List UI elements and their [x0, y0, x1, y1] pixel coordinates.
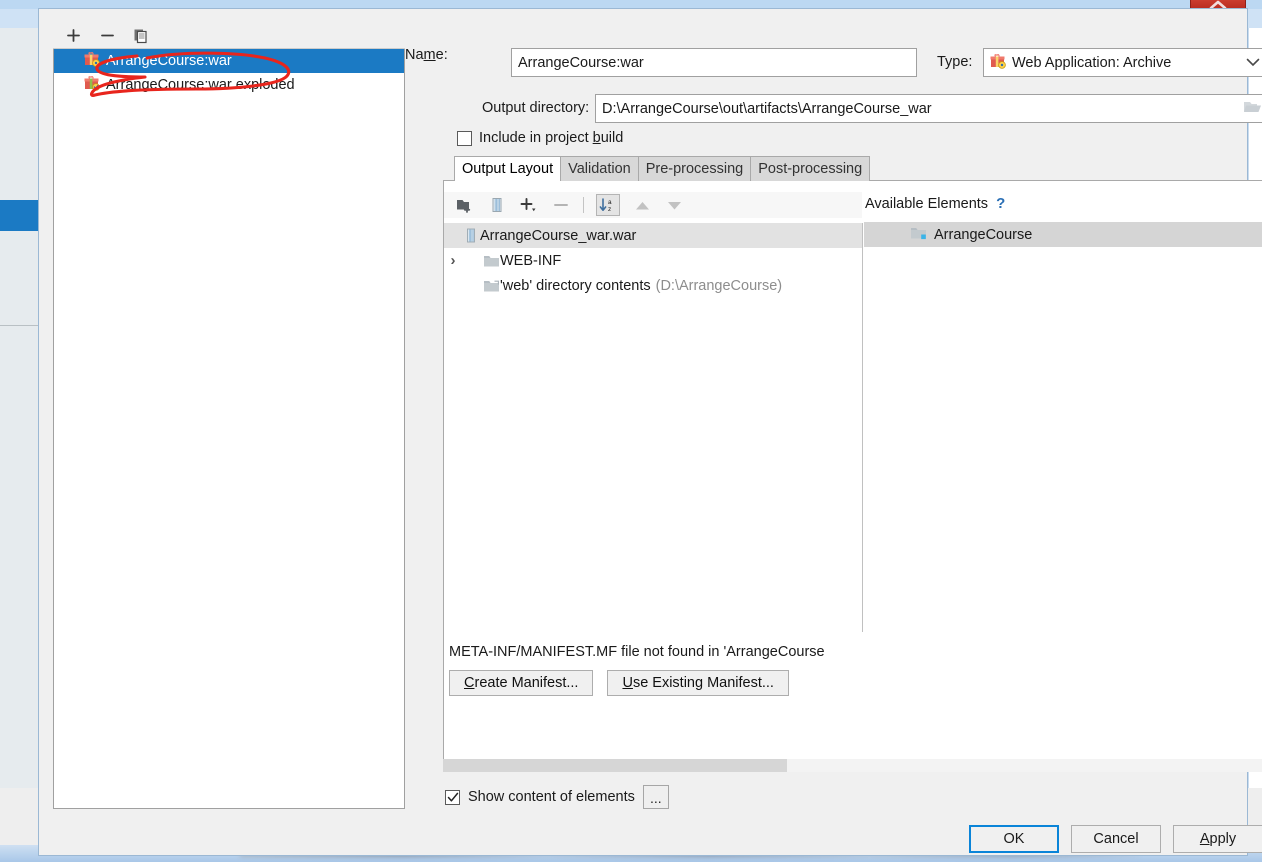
add-archive-icon[interactable] [487, 195, 507, 215]
available-element-label: ArrangeCourse [934, 226, 1033, 243]
folder-icon [482, 254, 500, 268]
tab-output-layout[interactable]: Output Layout [454, 156, 562, 181]
manifest-warning-message: META-INF/MANIFEST.MF file not found in '… [449, 644, 825, 660]
available-elements-panel[interactable]: ArrangeCourse [864, 222, 1262, 772]
show-content-label: Show content of elements [468, 789, 635, 805]
artifacts-toolbar [53, 23, 405, 49]
chevron-right-icon[interactable]: › [444, 252, 462, 269]
tab-validation[interactable]: Validation [560, 156, 639, 181]
tab-bar: Output Layout Validation Pre-processing … [454, 156, 871, 181]
checkbox-box-checked [445, 789, 460, 805]
output-directory-label: Output directory: [482, 100, 590, 116]
type-combobox[interactable]: Web Application: Archive [983, 48, 1262, 77]
artifacts-dialog: ArrangeCourse:war ArrangeCourse:war expl… [38, 8, 1262, 856]
type-combobox-value: Web Application: Archive [1012, 54, 1172, 71]
artifacts-list-panel [53, 23, 405, 809]
name-input[interactable]: ArrangeCourse:war [511, 48, 917, 77]
artifact-item-war[interactable]: ArrangeCourse:war [54, 49, 404, 73]
artifact-archive-icon [84, 51, 100, 71]
help-question-icon[interactable]: ? [996, 195, 1005, 212]
archive-icon [462, 228, 480, 243]
output-layout-tree[interactable]: ArrangeCourse_war.war › WEB-INF 'web' di… [444, 223, 863, 632]
create-manifest-button[interactable]: Create Manifest... [449, 670, 594, 696]
ok-button[interactable]: OK [969, 825, 1059, 853]
tree-row-label: ArrangeCourse_war.war [480, 227, 637, 244]
horizontal-scrollbar-thumb[interactable] [443, 759, 787, 772]
tree-row-web-inf[interactable]: › WEB-INF [444, 248, 862, 273]
artifacts-list[interactable]: ArrangeCourse:war ArrangeCourse:war expl… [54, 49, 404, 97]
cancel-button[interactable]: Cancel [1071, 825, 1161, 853]
name-label: Name: [405, 47, 448, 63]
show-content-checkbox[interactable]: Show content of elements ... [445, 785, 669, 809]
move-down-icon[interactable] [664, 195, 684, 215]
artifact-item-label: ArrangeCourse:war exploded [106, 77, 295, 93]
artifact-archive-icon [990, 53, 1006, 73]
show-content-options-button[interactable]: ... [642, 785, 669, 809]
module-folder-icon [910, 226, 927, 244]
manifest-buttons: Create Manifest... Use Existing Manifest… [449, 670, 789, 696]
tree-row-path: (D:\ArrangeCourse) [655, 277, 783, 294]
tree-row-archive[interactable]: ArrangeCourse_war.war [444, 223, 862, 248]
artifact-exploded-icon [84, 75, 100, 95]
tree-row-web-directory-contents[interactable]: 'web' directory contents (D:\ArrangeCour… [444, 273, 862, 298]
tree-row-label: WEB-INF [500, 252, 562, 269]
artifact-item-war-exploded[interactable]: ArrangeCourse:war exploded [54, 73, 404, 97]
artifact-item-label: ArrangeCourse:war [106, 53, 232, 69]
plus-dropdown-icon[interactable] [519, 195, 539, 215]
name-input-value: ArrangeCourse:war [518, 54, 644, 71]
available-element-item[interactable]: ArrangeCourse [864, 222, 1262, 247]
tree-row-label: 'web' directory contents [500, 277, 651, 294]
sort-alphabetical-icon[interactable]: a z [596, 194, 620, 216]
folder-link-icon [482, 279, 500, 293]
plus-icon[interactable] [63, 26, 83, 46]
include-in-build-checkbox[interactable]: Include in project build [457, 130, 623, 146]
available-elements-title-row: Available Elements ? [865, 195, 1005, 212]
copy-icon[interactable] [131, 26, 151, 46]
dialog-footer: OK Cancel Apply [969, 825, 1262, 853]
tab-pre-processing[interactable]: Pre-processing [637, 156, 752, 181]
output-directory-value: D:\ArrangeCourse\out\artifacts\ArrangeCo… [602, 100, 932, 117]
output-directory-input[interactable]: D:\ArrangeCourse\out\artifacts\ArrangeCo… [595, 94, 1262, 123]
checkbox-box [457, 130, 472, 146]
move-up-icon[interactable] [632, 195, 652, 215]
toolbar-separator [583, 197, 584, 213]
minus-icon[interactable] [97, 26, 117, 46]
tab-post-processing[interactable]: Post-processing [750, 156, 871, 181]
output-layout-toolbar: a z [444, 192, 862, 218]
svg-text:z: z [608, 206, 611, 213]
chevron-down-icon [1246, 55, 1262, 71]
type-label: Type: [937, 54, 973, 70]
folder-open-icon[interactable] [1243, 99, 1262, 119]
include-in-build-label: Include in project build [479, 130, 624, 146]
screen: ArrangeCourse:war ArrangeCourse:war expl… [0, 0, 1262, 862]
apply-button[interactable]: Apply [1173, 825, 1262, 853]
use-existing-manifest-button[interactable]: Use Existing Manifest... [607, 670, 789, 696]
minus-icon[interactable] [551, 195, 571, 215]
svg-text:a: a [608, 199, 612, 206]
add-directory-icon[interactable] [455, 195, 475, 215]
available-elements-title: Available Elements [865, 195, 989, 212]
